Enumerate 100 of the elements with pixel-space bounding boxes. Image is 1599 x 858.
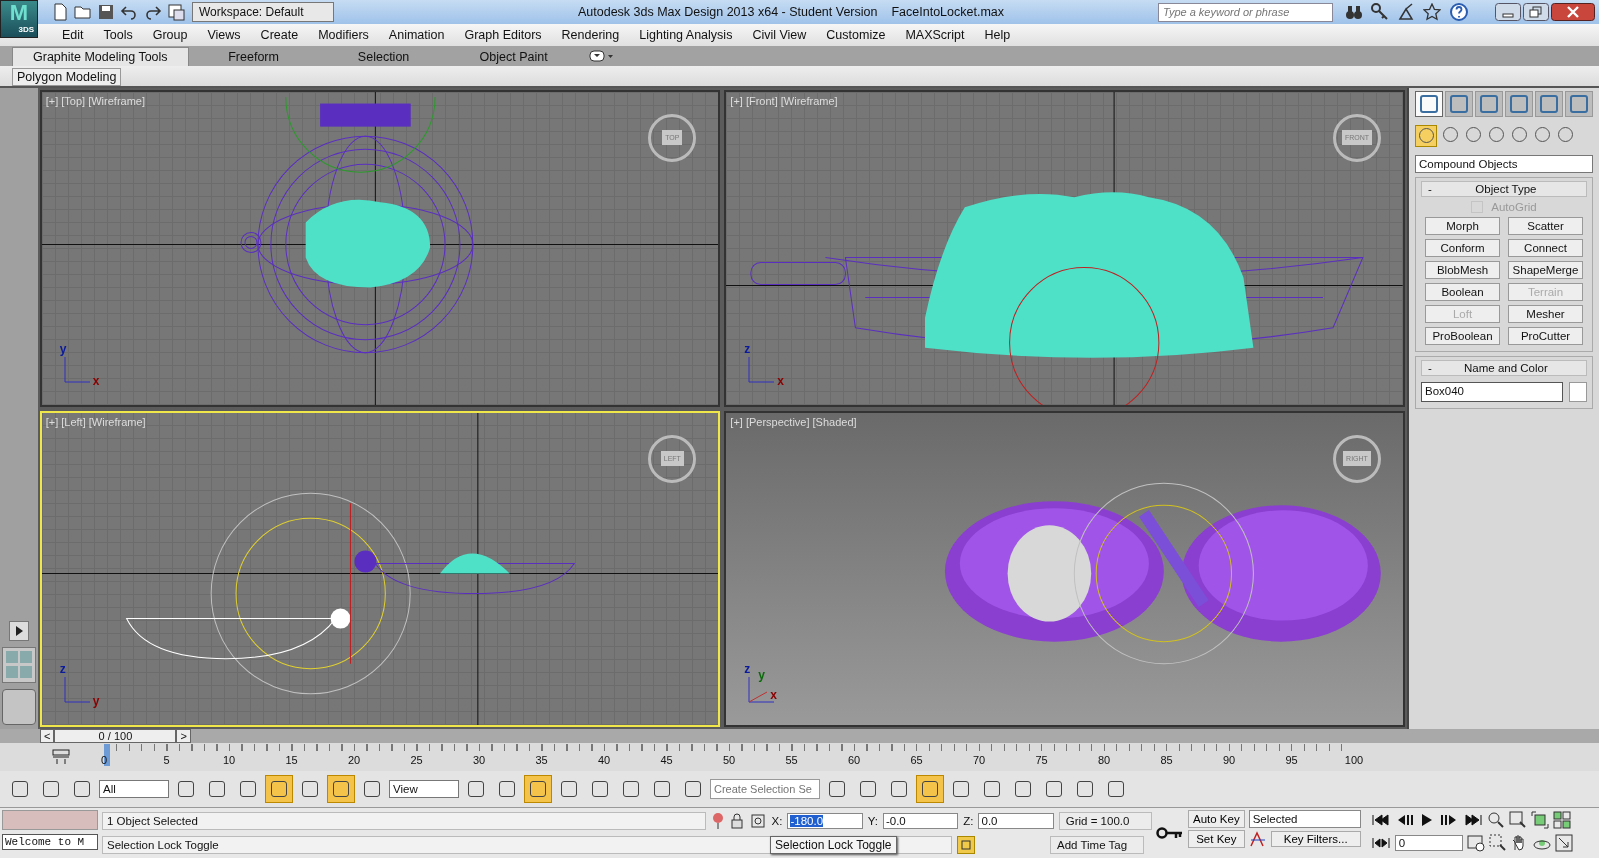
object-type-button[interactable]: Scatter — [1508, 216, 1583, 235]
open-folder-icon[interactable] — [74, 4, 92, 20]
script-listener-field[interactable] — [2, 810, 98, 830]
axis-tripod-icon — [61, 354, 92, 385]
menu-item[interactable]: MAXScript — [895, 27, 975, 42]
object-type-button[interactable]: Boolean — [1425, 282, 1500, 301]
toolbar-dropdown[interactable]: View — [389, 780, 459, 799]
zoom-extents-icon[interactable] — [1530, 811, 1549, 829]
coordinate-field[interactable]: 0.0 — [978, 813, 1054, 829]
menu-item[interactable]: Group — [142, 27, 198, 42]
menu-item[interactable]: Views — [197, 27, 251, 42]
tooltip: Selection Lock Toggle — [770, 836, 897, 854]
object-type-button[interactable]: ShapeMerge — [1508, 260, 1583, 279]
region-zoom-icon[interactable] — [1488, 834, 1507, 852]
menu-item[interactable]: Lighting Analysis — [629, 27, 743, 42]
tangent-curve-icon[interactable] — [1248, 830, 1267, 848]
rollout-title[interactable]: Object Type — [1431, 182, 1580, 195]
lock-icon[interactable] — [729, 812, 744, 830]
menu-item[interactable]: Help — [974, 27, 1021, 42]
menu-item[interactable]: Animation — [378, 27, 455, 42]
zoom-extents-all-icon[interactable] — [1552, 811, 1571, 829]
coordinate-label: Y: — [867, 815, 878, 827]
app-logo[interactable]: M 3DS — [0, 0, 38, 38]
close-icon[interactable] — [1551, 3, 1595, 21]
menu-item[interactable]: Create — [250, 27, 309, 42]
undo-icon[interactable] — [120, 4, 138, 20]
listener-field[interactable]: Welcome to M — [2, 834, 98, 850]
named-selection-field[interactable]: Create Selection Se — [710, 779, 820, 800]
object-type-button[interactable]: ProBoolean — [1425, 326, 1500, 345]
time-configuration-icon[interactable] — [1466, 834, 1485, 852]
restore-icon[interactable] — [1523, 3, 1549, 21]
object-type-button[interactable]: Connect — [1508, 238, 1583, 257]
color-swatch[interactable] — [1569, 381, 1587, 402]
key-icon[interactable] — [1156, 826, 1184, 840]
grid-size-text: Grid = 100.0 — [1058, 812, 1152, 830]
maximize-viewport-icon[interactable] — [1554, 834, 1573, 852]
object-type-button[interactable]: Conform — [1425, 238, 1500, 257]
key-icon[interactable] — [1371, 3, 1389, 21]
key-mode-dropdown[interactable]: Selected — [1248, 810, 1361, 828]
layout-tab-button[interactable] — [1, 689, 36, 726]
axis-tripod-icon — [746, 354, 777, 385]
menu-item[interactable]: Civil View — [742, 27, 817, 42]
project-folder-icon[interactable] — [168, 3, 186, 21]
menu-item[interactable]: Modifiers — [308, 27, 379, 42]
go-to-start-icon[interactable] — [1370, 813, 1391, 827]
viewport-label[interactable]: [+] [Perspective] [Shaded] — [730, 415, 857, 428]
minimize-icon[interactable] — [1495, 3, 1521, 21]
object-type-button[interactable]: BlobMesh — [1425, 260, 1500, 279]
frame-number: 70 — [972, 754, 986, 767]
transform-mode-icon[interactable] — [748, 812, 767, 830]
name-field[interactable]: Box040 — [1421, 381, 1563, 402]
time-slider-thumb[interactable]: 0 / 100 — [54, 729, 177, 744]
axis-label: x — [770, 689, 777, 702]
toolbar-dropdown[interactable]: All — [99, 780, 169, 799]
help-icon[interactable] — [1449, 2, 1469, 22]
frame-number: 5 — [163, 754, 170, 767]
ribbon-tab[interactable]: Freeform — [188, 47, 319, 66]
collapse-toggle[interactable]: - — [1428, 182, 1432, 195]
pin-icon[interactable] — [711, 812, 725, 830]
menu-item[interactable]: Customize — [816, 27, 896, 42]
menu-item[interactable]: Graph Editors — [454, 27, 552, 42]
add-time-tag-button[interactable]: Add Time Tag — [1050, 836, 1144, 854]
category-dropdown[interactable]: Compound Objects — [1415, 154, 1593, 173]
menu-item[interactable]: Tools — [93, 27, 143, 42]
ribbon-panel-tab[interactable]: Polygon Modeling — [12, 67, 122, 86]
object-type-button[interactable]: Mesher — [1508, 304, 1583, 323]
object-type-button[interactable]: ProCutter — [1508, 326, 1583, 345]
coordinate-field[interactable]: -180.0 — [787, 813, 863, 829]
key-filters-button[interactable]: Key Filters... — [1270, 831, 1361, 847]
save-icon[interactable] — [98, 4, 114, 20]
coordinate-field[interactable]: -0.0 — [882, 813, 959, 829]
viewport-layout-icon[interactable] — [1, 647, 36, 684]
new-file-icon[interactable] — [52, 3, 68, 21]
current-frame-field[interactable]: 0 — [1394, 835, 1463, 851]
star-icon[interactable] — [1423, 3, 1441, 21]
zoom-icon[interactable] — [1486, 811, 1505, 829]
previous-frame-button[interactable]: < — [40, 729, 55, 744]
ribbon-tab[interactable]: Object Paint — [448, 47, 579, 66]
axis-label: x — [92, 374, 100, 387]
object-type-button[interactable]: Morph — [1425, 216, 1500, 235]
play-icon[interactable] — [8, 621, 29, 642]
set-key-button[interactable]: Set Key — [1188, 830, 1245, 848]
auto-key-button[interactable]: Auto Key — [1188, 810, 1245, 828]
track-bar-toggle-icon[interactable] — [52, 749, 70, 766]
redo-icon[interactable] — [144, 4, 162, 20]
ribbon-options-icon[interactable] — [588, 49, 615, 62]
search-field[interactable]: Type a keyword or phrase — [1158, 2, 1333, 22]
next-frame-button[interactable]: > — [176, 729, 191, 744]
menu-item[interactable]: Edit — [52, 27, 94, 42]
collapse-toggle[interactable]: - — [1428, 361, 1432, 374]
ribbon-tab[interactable]: Selection — [318, 47, 449, 66]
key-mode-toggle-icon[interactable] — [1370, 836, 1391, 850]
workspace-dropdown[interactable]: Workspace: Default — [192, 2, 334, 22]
rollout-title[interactable]: Name and Color — [1431, 361, 1580, 374]
menu-item[interactable]: Rendering — [551, 27, 630, 42]
zoom-all-icon[interactable] — [1508, 811, 1527, 829]
time-tag-icon[interactable] — [957, 836, 975, 854]
go-to-end-icon[interactable] — [1462, 813, 1483, 827]
ribbon-tab[interactable]: Graphite Modeling Tools — [12, 46, 189, 66]
binoculars-icon[interactable] — [1345, 4, 1363, 20]
